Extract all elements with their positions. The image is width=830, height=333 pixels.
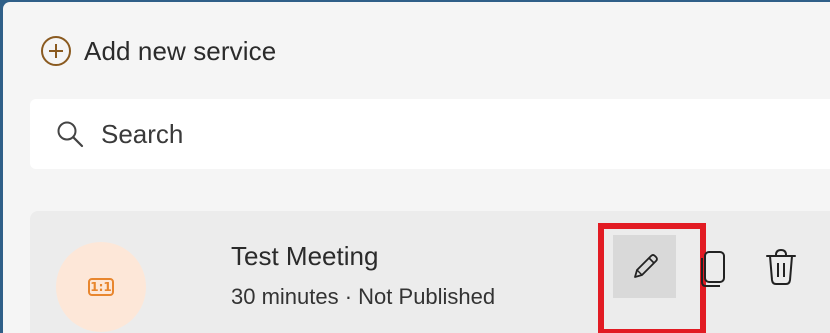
- services-panel: Add new service 1:1 Test Meeting 30 minu…: [3, 2, 830, 333]
- copy-service-button[interactable]: [698, 249, 728, 289]
- edit-service-button[interactable]: [613, 235, 676, 298]
- plus-circle-icon: [41, 36, 71, 66]
- search-icon: [57, 121, 84, 148]
- pencil-icon: [633, 253, 658, 278]
- service-avatar: 1:1: [56, 242, 146, 332]
- search-box[interactable]: [30, 99, 830, 169]
- trash-icon: [766, 248, 796, 285]
- delete-service-button[interactable]: [764, 247, 798, 287]
- search-input[interactable]: [101, 118, 701, 150]
- one-on-one-icon: 1:1: [88, 278, 114, 296]
- service-meta: 30 minutes · Not Published: [231, 284, 496, 309]
- add-new-service-label: Add new service: [84, 35, 277, 66]
- copy-icon: [701, 251, 725, 287]
- service-card[interactable]: 1:1 Test Meeting 30 minutes · Not Publis…: [30, 211, 830, 333]
- service-title: Test Meeting: [231, 241, 379, 271]
- add-new-service-button[interactable]: Add new service: [40, 32, 276, 70]
